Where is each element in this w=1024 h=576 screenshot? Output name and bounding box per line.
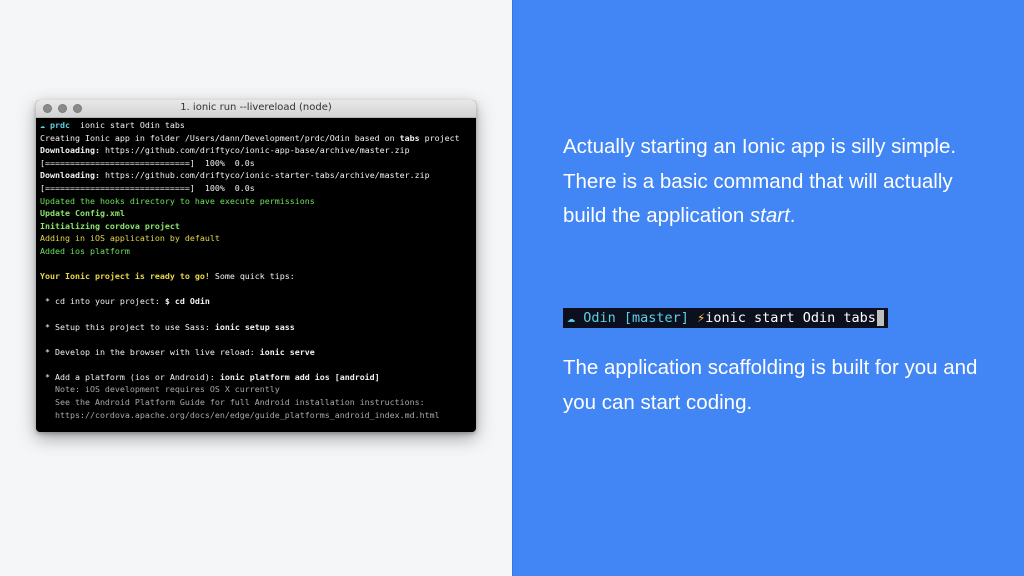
terminal-text-segment: https://cordova.apache.org/docs/en/edge/…: [40, 409, 440, 420]
terminal-text-segment: ionic setup sass: [214, 321, 295, 332]
terminal-text-segment: ionic serve: [259, 346, 315, 357]
terminal-text-segment: https://github.com/driftyco/ionic-app-ba…: [99, 145, 410, 156]
terminal-line: Downloading: https://github.com/driftyco…: [40, 144, 472, 157]
terminal-text-segment: Update Config.xml: [40, 208, 125, 219]
terminal-window[interactable]: 1. ionic run --livereload (node) ☁ prdc …: [36, 100, 476, 432]
terminal-text-segment: Some quick tips:: [209, 271, 295, 282]
terminal-line: [=============================] 100% 0.0…: [40, 182, 472, 195]
terminal-text-segment: * Develop in the browser with live reloa…: [40, 346, 260, 357]
intro-suffix: .: [789, 204, 796, 227]
terminal-line: Note: iOS development requires OS X curr…: [40, 383, 472, 396]
terminal-line: [=============================] 100% 0.0…: [40, 157, 472, 170]
intro-paragraph: Actually starting an Ionic app is silly …: [563, 130, 983, 234]
terminal-text-segment: * cd into your project:: [40, 296, 165, 307]
terminal-text-segment: ionic start Odin tabs: [74, 120, 185, 130]
terminal-line: Initializing cordova project: [40, 220, 472, 233]
terminal-line: Added ios platform: [40, 245, 472, 258]
terminal-text-segment: Adding in iOS application by default: [40, 233, 220, 244]
terminal-line: Your Ionic project is ready to go! Some …: [40, 270, 472, 283]
terminal-text-segment: * Add a platform (ios or Android):: [40, 371, 220, 382]
terminal-text-segment: ionic platform add ios [android]: [219, 371, 380, 382]
terminal-text-segment: * Setup this project to use Sass:: [40, 321, 215, 332]
terminal-line: Adding in iOS application by default: [40, 232, 472, 245]
terminal-text-segment: ☁: [40, 120, 50, 130]
terminal-text-segment: Updated the hooks directory to have exec…: [40, 195, 315, 206]
terminal-text-segment: Creating Ionic app in folder /Users/dann…: [40, 132, 400, 143]
lightning-icon: ⚡: [697, 310, 706, 326]
terminal-text-segment: project: [419, 132, 460, 143]
prompt-command: ionic start Odin tabs: [705, 310, 876, 326]
right-pane: [512, 0, 1024, 576]
command-prompt-snippet: ☁ Odin [master] ⚡ionic start Odin tabs: [563, 308, 888, 328]
terminal-line: * Develop in the browser with live reloa…: [40, 346, 472, 359]
terminal-text-segment: Your Ionic project is ready to go!: [40, 271, 210, 282]
terminal-line: See the Android Platform Guide for full …: [40, 396, 472, 409]
terminal-line: * Add a platform (ios or Android): ionic…: [40, 371, 472, 384]
terminal-text-segment: Note: iOS development requires OS X curr…: [40, 384, 280, 395]
scaffold-paragraph: The application scaffolding is built for…: [563, 356, 978, 414]
terminal-line: * cd into your project: $ cd Odin: [40, 295, 472, 308]
terminal-line: ☁ prdc ionic start Odin tabs: [40, 119, 472, 132]
terminal-line: Downloading: https://github.com/driftyco…: [40, 169, 472, 182]
terminal-text-segment: prdc: [50, 120, 75, 130]
terminal-line: Updated the hooks directory to have exec…: [40, 195, 472, 208]
intro-emphasis: start: [749, 204, 790, 227]
terminal-text-segment: See the Android Platform Guide for full …: [40, 397, 425, 408]
cloud-icon: ☁: [567, 310, 576, 326]
terminal-text-segment: Downloading:: [40, 145, 100, 156]
terminal-line: Update Config.xml: [40, 207, 472, 220]
terminal-title: 1. ionic run --livereload (node): [180, 102, 332, 113]
terminal-text-segment: https://github.com/driftyco/ionic-starte…: [99, 170, 430, 181]
terminal-text-segment: [=============================] 100% 0.0…: [40, 182, 255, 193]
terminal-line: https://cordova.apache.org/docs/en/edge/…: [40, 409, 472, 422]
terminal-output: ☁ prdc ionic start Odin tabs Creating Ion…: [36, 118, 476, 422]
terminal-text-segment: Downloading:: [40, 170, 100, 181]
cursor-block: [876, 310, 884, 326]
prompt-directory: Odin [master]: [575, 310, 698, 326]
terminal-text-segment: [=============================] 100% 0.0…: [40, 157, 255, 168]
terminal-text-segment: $ cd Odin: [164, 296, 210, 307]
terminal-text-segment: tabs: [399, 132, 420, 143]
terminal-text-segment: Initializing cordova project: [40, 220, 180, 231]
terminal-line: * Setup this project to use Sass: ionic …: [40, 321, 472, 334]
left-pane: 1. ionic run --livereload (node) ☁ prdc …: [0, 0, 512, 576]
terminal-line: Creating Ionic app in folder /Users/dann…: [40, 132, 472, 145]
terminal-text-segment: Added ios platform: [40, 245, 130, 256]
terminal-titlebar[interactable]: 1. ionic run --livereload (node): [36, 100, 476, 118]
